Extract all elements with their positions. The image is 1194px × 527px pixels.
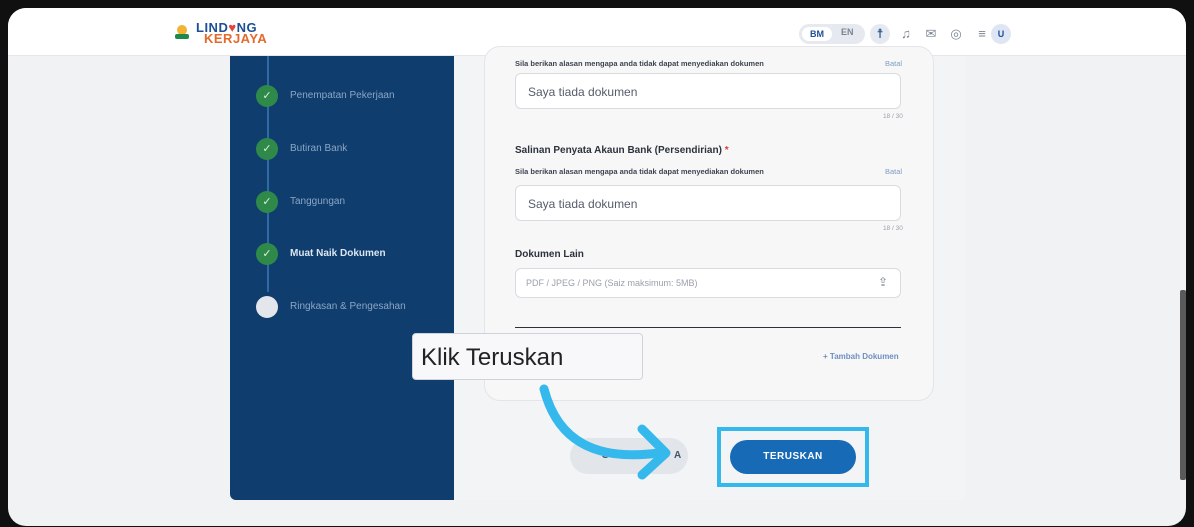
mail-icon[interactable]: ✉ bbox=[921, 24, 941, 44]
pending-step-icon bbox=[256, 296, 278, 318]
lang-en-option[interactable]: EN bbox=[841, 27, 854, 37]
tutorial-tooltip: Klik Teruskan bbox=[412, 333, 643, 380]
reason-input-1[interactable]: Saya tiada dokumen bbox=[515, 73, 901, 109]
section-title-bank-statement: Salinan Penyata Akaun Bank (Persendirian… bbox=[515, 145, 729, 156]
reason-hint: Sila berikan alasan mengapa anda tidak d… bbox=[515, 59, 764, 68]
lang-bm-option[interactable]: BM bbox=[802, 27, 832, 41]
step-butiran-bank[interactable]: ✓ Butiran Bank bbox=[256, 138, 456, 164]
teruskan-button[interactable]: TERUSKAN bbox=[730, 440, 856, 474]
progress-sidebar: ✓ Penempatan Pekerjaan ✓ Butiran Bank ✓ … bbox=[230, 56, 454, 500]
char-counter-2: 18 / 30 bbox=[883, 225, 903, 232]
add-document-link[interactable]: + Tambah Dokumen bbox=[823, 352, 899, 361]
app-window: LIND♥NG KERJAYA BM EN ☨ ♫ ✉ ◎ ≡ U ✓ Pene… bbox=[8, 8, 1186, 526]
step-ringkasan-pengesahan[interactable]: Ringkasan & Pengesahan bbox=[256, 296, 456, 322]
step-penempatan-pekerjaan[interactable]: ✓ Penempatan Pekerjaan bbox=[256, 85, 456, 111]
check-icon: ✓ bbox=[256, 138, 278, 160]
file-upload-field[interactable]: PDF / JPEG / PNG (Saiz maksimum: 5MB) ⇪ bbox=[515, 268, 901, 298]
upload-placeholder: PDF / JPEG / PNG (Saiz maksimum: 5MB) bbox=[526, 278, 698, 288]
section-title-other-docs: Dokumen Lain bbox=[515, 249, 584, 260]
divider bbox=[515, 327, 901, 328]
perkeso-emblem-icon bbox=[175, 25, 189, 39]
step-label: Penempatan Pekerjaan bbox=[290, 90, 395, 101]
reason-input-2[interactable]: Saya tiada dokumen bbox=[515, 185, 901, 221]
char-counter-1: 18 / 30 bbox=[883, 113, 903, 120]
logo-text-bottom: KERJAYA bbox=[204, 31, 268, 46]
step-label: Tanggungan bbox=[290, 196, 346, 207]
avatar[interactable]: U bbox=[991, 24, 1011, 44]
main-content: Sila berikan alasan mengapa anda tidak d… bbox=[454, 46, 966, 500]
menu-icon[interactable]: ≡ bbox=[972, 24, 992, 44]
check-icon: ✓ bbox=[256, 191, 278, 213]
bell-icon[interactable]: ♫ bbox=[896, 24, 916, 44]
reason-input-2-value: Saya tiada dokumen bbox=[528, 197, 638, 211]
language-toggle[interactable]: BM EN bbox=[799, 24, 865, 44]
step-label: Ringkasan & Pengesahan bbox=[290, 301, 406, 312]
accessibility-icon[interactable]: ☨ bbox=[870, 24, 890, 44]
step-muat-naik-dokumen[interactable]: ✓ Muat Naik Dokumen bbox=[256, 243, 456, 269]
check-icon: ✓ bbox=[256, 85, 278, 107]
step-label: Muat Naik Dokumen bbox=[290, 248, 386, 259]
palette-icon[interactable]: ◎ bbox=[946, 24, 966, 44]
step-tanggungan[interactable]: ✓ Tanggungan bbox=[256, 191, 456, 217]
reason-hint: Sila berikan alasan mengapa anda tidak d… bbox=[515, 167, 764, 176]
reason-input-1-value: Saya tiada dokumen bbox=[528, 85, 638, 99]
batal-link[interactable]: Batal bbox=[885, 167, 902, 176]
lindung-kerjaya-logo[interactable]: LIND♥NG KERJAYA bbox=[172, 20, 282, 46]
upload-icon[interactable]: ⇪ bbox=[878, 275, 888, 289]
scrollbar[interactable] bbox=[1180, 290, 1186, 480]
batal-link[interactable]: Batal bbox=[885, 59, 902, 68]
step-label: Butiran Bank bbox=[290, 143, 348, 154]
tutorial-arrow-icon bbox=[539, 384, 671, 480]
check-icon: ✓ bbox=[256, 243, 278, 265]
tooltip-text: Klik Teruskan bbox=[421, 344, 564, 371]
